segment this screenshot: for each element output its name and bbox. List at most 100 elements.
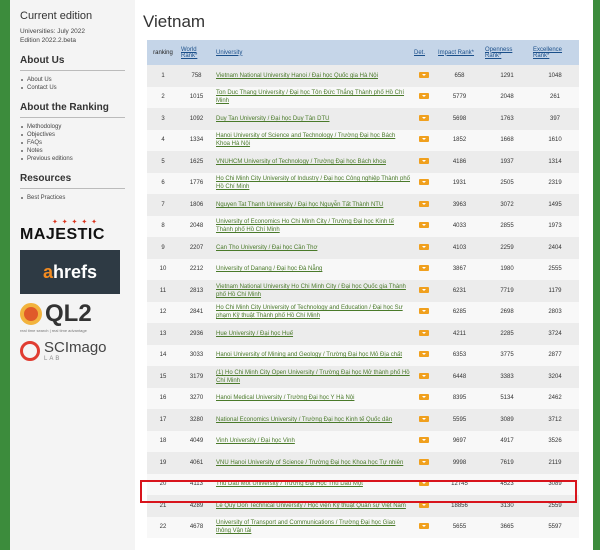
details-button-icon[interactable] [419,415,429,422]
cell-university[interactable]: VNU Hanoi University of Science / Trường… [214,452,412,474]
university-link[interactable]: Hanoi University of Mining and Geology /… [216,351,410,359]
header-world-rank[interactable]: World Rank* [179,40,214,65]
details-button-icon[interactable] [419,394,429,401]
cell-det[interactable] [412,430,436,452]
cell-university[interactable]: (1) Ho Chi Minh City Open University / T… [214,366,412,388]
cell-university[interactable]: Duy Tan University / Đại học Duy Tân DTU [214,108,412,130]
details-button-icon[interactable] [419,458,429,465]
cell-university[interactable]: Ho Chi Minh City University of Technolog… [214,301,412,323]
sidebar-item-faqs[interactable]: FAQs [20,139,135,147]
cell-det[interactable] [412,280,436,302]
details-button-icon[interactable] [419,157,429,164]
university-link[interactable]: Duy Tan University / Đại học Duy Tân DTU [216,115,410,123]
sidebar-item-notes[interactable]: Notes [20,147,135,155]
cell-det[interactable] [412,495,436,517]
details-button-icon[interactable] [419,222,429,229]
details-button-icon[interactable] [419,329,429,336]
university-link[interactable]: Ton Duc Thang University / Đại học Tôn Đ… [216,89,410,105]
sidebar-item-objectives[interactable]: Objectives [20,131,135,139]
details-button-icon[interactable] [419,523,429,530]
cell-university[interactable]: Thu Dau Mot University / Trường Đại Học … [214,473,412,495]
cell-det[interactable] [412,452,436,474]
cell-university[interactable]: Ho Chi Minh City University of Industry … [214,172,412,194]
sidebar-item-methodology[interactable]: Methodology [20,123,135,131]
university-link[interactable]: National Economics University / Trường Đ… [216,416,410,424]
university-link[interactable]: VNUHCM University of Technology / Trường… [216,158,410,166]
header-university[interactable]: University [214,40,412,65]
cell-det[interactable] [412,366,436,388]
cell-det[interactable] [412,215,436,237]
header-openness-rank[interactable]: Openness Rank* [483,40,531,65]
details-button-icon[interactable] [419,286,429,293]
university-link[interactable]: Vietnam National University Ho Chi Minh … [216,283,410,299]
university-link[interactable]: Hanoi Medical University / Trường Đại họ… [216,394,410,402]
cell-university[interactable]: University of Economics Ho Chi Minh City… [214,215,412,237]
cell-det[interactable] [412,409,436,431]
cell-university[interactable]: Ton Duc Thang University / Đại học Tôn Đ… [214,86,412,108]
university-link[interactable]: Can Tho University / Đại học Cần Thơ [216,244,410,252]
cell-university[interactable]: VNUHCM University of Technology / Trường… [214,151,412,173]
sidebar-item-previous-editions[interactable]: Previous editions [20,155,135,163]
cell-university[interactable]: National Economics University / Trường Đ… [214,409,412,431]
details-button-icon[interactable] [419,136,429,143]
cell-university[interactable]: Can Tho University / Đại học Cần Thơ [214,237,412,259]
cell-det[interactable] [412,516,436,538]
cell-det[interactable] [412,172,436,194]
university-link[interactable]: (1) Ho Chi Minh City Open University / T… [216,369,410,385]
details-button-icon[interactable] [419,308,429,315]
cell-det[interactable] [412,194,436,216]
university-link[interactable]: University of Economics Ho Chi Minh City… [216,218,410,234]
details-button-icon[interactable] [419,93,429,100]
university-link[interactable]: Ho Chi Minh City University of Industry … [216,175,410,191]
cell-det[interactable] [412,387,436,409]
scimago-logo[interactable]: SCImago LAB [20,339,135,362]
header-impact-rank[interactable]: Impact Rank* [436,40,483,65]
details-button-icon[interactable] [419,243,429,250]
university-link[interactable]: Thu Dau Mot University / Trường Đại Học … [216,480,410,488]
cell-university[interactable]: Nguyen Tat Thanh University / Đại học Ng… [214,194,412,216]
details-button-icon[interactable] [419,372,429,379]
details-button-icon[interactable] [419,480,429,487]
cell-university[interactable]: Hanoi University of Mining and Geology /… [214,344,412,366]
cell-det[interactable] [412,237,436,259]
university-link[interactable]: Nguyen Tat Thanh University / Đại học Ng… [216,201,410,209]
details-button-icon[interactable] [419,501,429,508]
university-link[interactable]: Vietnam National University Hanoi / Đại … [216,72,410,80]
details-button-icon[interactable] [419,351,429,358]
cell-det[interactable] [412,323,436,345]
cell-det[interactable] [412,129,436,151]
header-excellence-rank[interactable]: Excellence Rank* [531,40,579,65]
cell-university[interactable]: University of Transport and Communicatio… [214,516,412,538]
university-link[interactable]: University of Danang / Đại học Đà Nẵng [216,265,410,273]
university-link[interactable]: Hanoi University of Science and Technolo… [216,132,410,148]
details-button-icon[interactable] [419,265,429,272]
header-det[interactable]: Det. [412,40,436,65]
university-link[interactable]: Le Quy Don Technical University / Học vi… [216,502,410,510]
details-button-icon[interactable] [419,437,429,444]
university-link[interactable]: University of Transport and Communicatio… [216,519,410,535]
university-link[interactable]: VNU Hanoi University of Science / Trường… [216,459,410,467]
cell-university[interactable]: Vinh University / Đại học Vinh [214,430,412,452]
cell-university[interactable]: Hue University / Đại học Huế [214,323,412,345]
details-button-icon[interactable] [419,114,429,121]
cell-university[interactable]: Hanoi University of Science and Technolo… [214,129,412,151]
cell-university[interactable]: University of Danang / Đại học Đà Nẵng [214,258,412,280]
cell-det[interactable] [412,301,436,323]
cell-university[interactable]: Hanoi Medical University / Trường Đại họ… [214,387,412,409]
university-link[interactable]: Vinh University / Đại học Vinh [216,437,410,445]
sidebar-item-best-practices[interactable]: Best Practices [20,194,135,202]
sidebar-item-about-us[interactable]: About Us [20,76,135,84]
details-button-icon[interactable] [419,179,429,186]
university-link[interactable]: Hue University / Đại học Huế [216,330,410,338]
cell-det[interactable] [412,65,436,87]
ahrefs-logo[interactable]: a hrefs [20,250,135,294]
cell-det[interactable] [412,151,436,173]
sidebar-item-contact-us[interactable]: Contact Us [20,84,135,92]
majestic-logo[interactable]: ✦ ✦ ✦ ✦ ✦ MAJESTIC [20,218,135,244]
cell-det[interactable] [412,108,436,130]
cell-university[interactable]: Vietnam National University Hanoi / Đại … [214,65,412,87]
details-button-icon[interactable] [419,71,429,78]
cell-det[interactable] [412,86,436,108]
cell-university[interactable]: Le Quy Don Technical University / Học vi… [214,495,412,517]
cell-det[interactable] [412,344,436,366]
